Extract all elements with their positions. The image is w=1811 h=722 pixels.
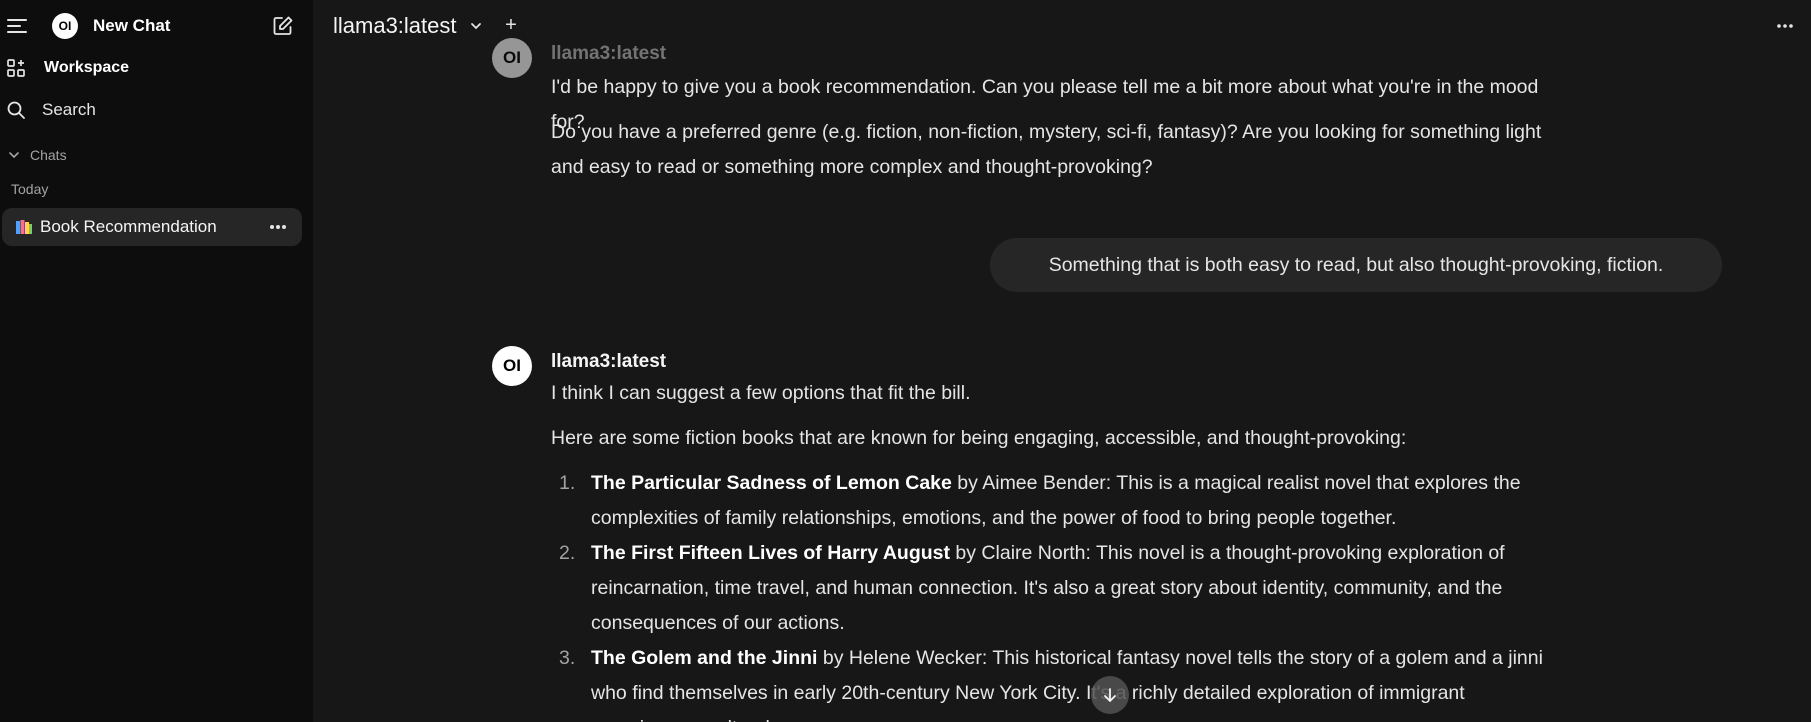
user-message-bubble: Something that is both easy to read, but… xyxy=(990,238,1722,292)
workspace-label: Workspace xyxy=(44,59,130,76)
app-window: OI New Chat Workspace Search Chats Today xyxy=(0,0,1811,722)
assistant-avatar: OI xyxy=(492,38,532,78)
sidebar-item-workspace[interactable]: Workspace xyxy=(6,56,129,80)
chevron-down-icon[interactable] xyxy=(469,19,483,33)
assistant-name: llama3:latest xyxy=(551,43,667,64)
arrow-down-icon xyxy=(1102,687,1118,703)
list-number: 2. xyxy=(559,542,576,564)
new-chat-icon[interactable] xyxy=(270,14,296,38)
book-title: The First Fifteen Lives of Harry August xyxy=(591,542,950,564)
search-label: Search xyxy=(42,100,96,119)
sidebar-header: OI New Chat xyxy=(0,8,313,44)
list-item: 2. The First Fifteen Lives of Harry Augus… xyxy=(551,536,1561,641)
assistant-avatar: OI xyxy=(492,346,532,386)
book-title: The Golem and the Jinni xyxy=(591,647,818,669)
list-item: 1. The Particular Sadness of Lemon Cake b… xyxy=(551,466,1561,536)
app-logo[interactable]: OI xyxy=(52,13,78,39)
chats-group-toggle[interactable]: Chats xyxy=(8,145,67,165)
sidebar: OI New Chat Workspace Search Chats Today xyxy=(0,0,313,722)
list-number: 1. xyxy=(559,472,576,494)
chat-item-title: Book Recommendation xyxy=(40,217,217,236)
assistant-name: llama3:latest xyxy=(551,351,667,372)
scroll-to-bottom-button[interactable] xyxy=(1091,676,1129,714)
message-paragraph: Do you have a preferred genre (e.g. fict… xyxy=(551,121,1542,178)
search-icon xyxy=(6,100,26,120)
menu-icon[interactable] xyxy=(6,16,28,36)
chats-group-label: Chats xyxy=(30,147,67,163)
chat-main: llama3:latest + OI llama3:latest I'd be … xyxy=(313,0,1811,722)
books-emoji-icon xyxy=(14,218,34,236)
date-group-today: Today xyxy=(11,181,49,197)
more-horizontal-icon[interactable] xyxy=(268,217,288,237)
more-horizontal-icon[interactable] xyxy=(1773,16,1797,36)
model-selector[interactable]: llama3:latest xyxy=(333,13,457,39)
new-chat-link[interactable]: New Chat xyxy=(93,16,170,36)
book-list: 1. The Particular Sadness of Lemon Cake b… xyxy=(551,466,1561,722)
workspace-icon xyxy=(6,58,26,78)
list-number: 3. xyxy=(559,647,576,669)
chat-list-item[interactable]: Book Recommendation xyxy=(2,208,302,246)
book-title: The Particular Sadness of Lemon Cake xyxy=(591,472,952,494)
sidebar-item-search[interactable]: Search xyxy=(6,98,96,122)
message-paragraph: Here are some fiction books that are kno… xyxy=(551,427,1407,449)
add-model-icon[interactable]: + xyxy=(502,14,520,36)
chevron-down-icon xyxy=(8,149,20,161)
list-item: 3. The Golem and the Jinni by Helene Weck… xyxy=(551,641,1561,722)
message-paragraph: I think I can suggest a few options that… xyxy=(551,382,971,404)
